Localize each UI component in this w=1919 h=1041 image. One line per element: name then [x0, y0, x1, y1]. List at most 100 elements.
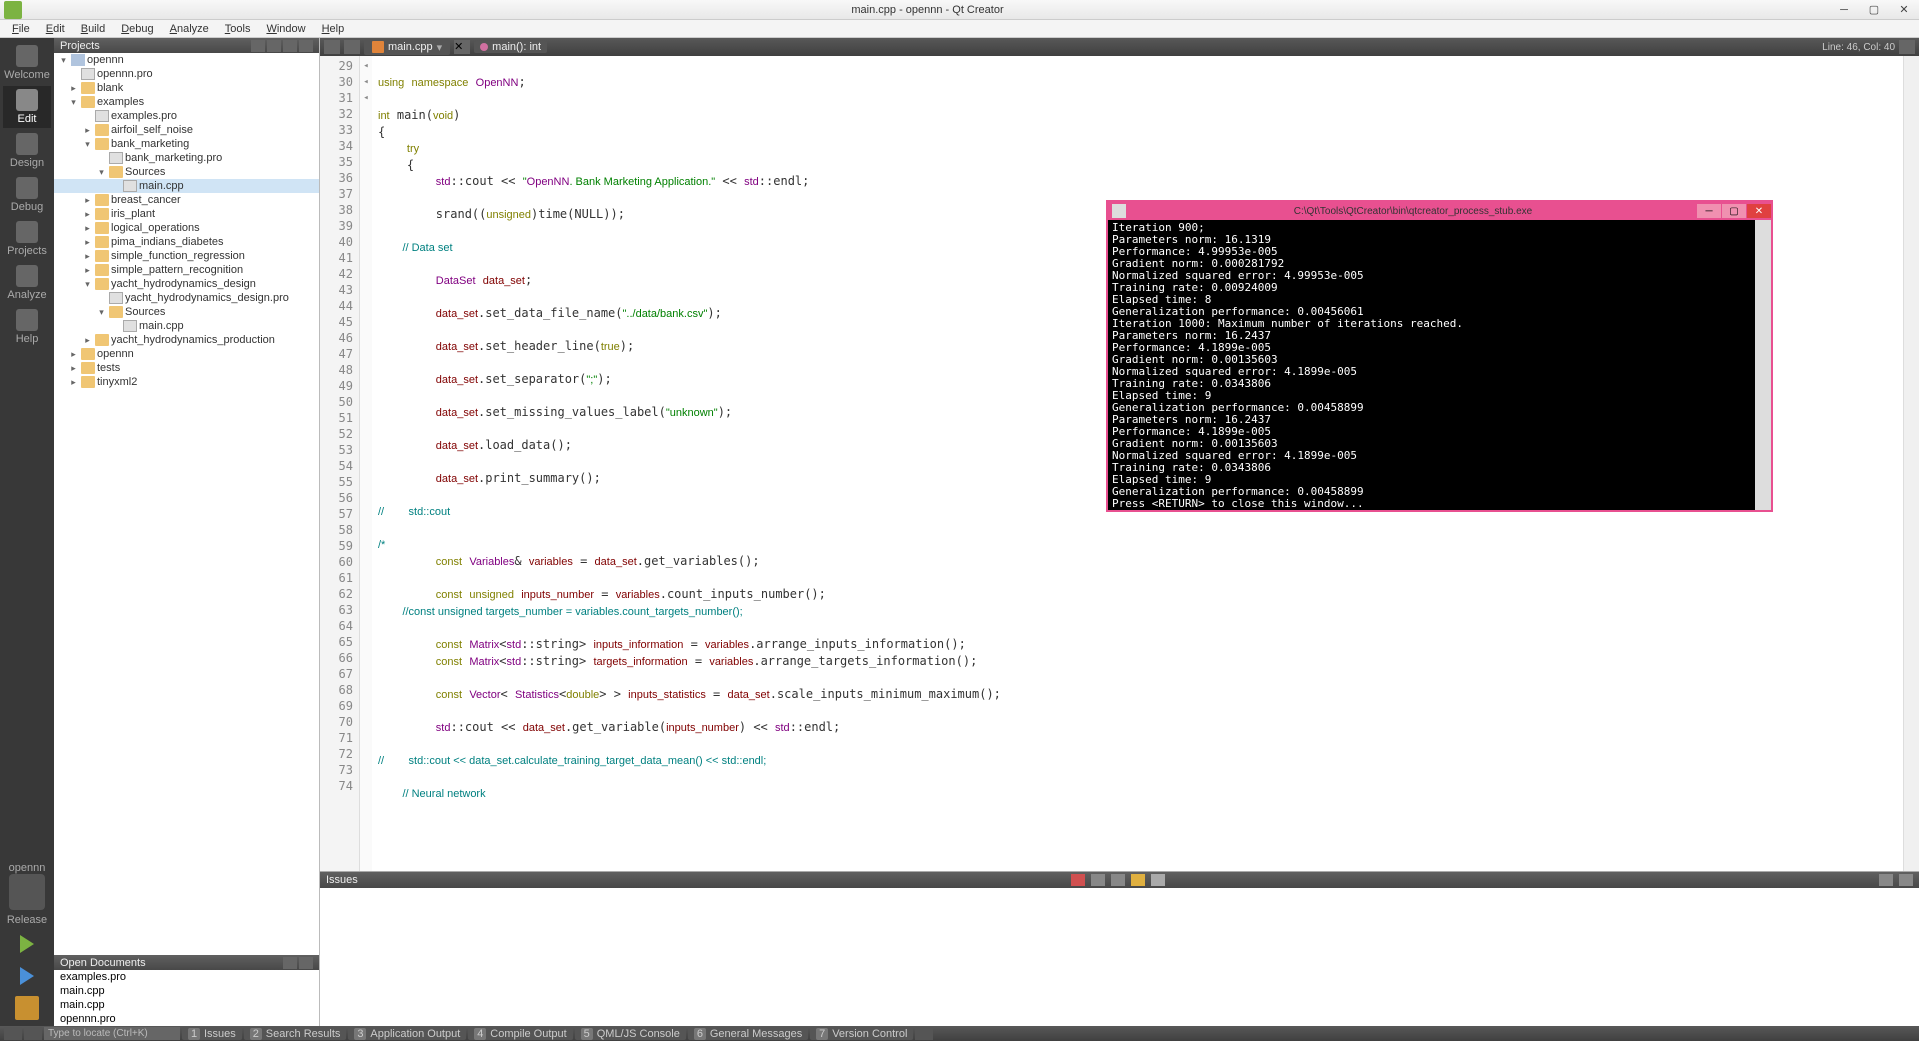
tree-item[interactable]: ▸iris_plant — [54, 207, 319, 221]
tree-item[interactable]: ▸pima_indians_diabetes — [54, 235, 319, 249]
warning-filter-icon[interactable] — [1131, 874, 1145, 886]
tree-item[interactable]: ▾bank_marketing — [54, 137, 319, 151]
console-window: C:\Qt\Tools\QtCreator\bin\qtcreator_proc… — [1106, 200, 1773, 512]
tree-item[interactable]: ▾Sources — [54, 305, 319, 319]
tree-item[interactable]: examples.pro — [54, 109, 319, 123]
forward-icon[interactable] — [344, 40, 360, 54]
debug-run-button[interactable] — [9, 962, 45, 990]
error-filter-icon[interactable] — [1071, 874, 1085, 886]
mode-debug[interactable]: Debug — [3, 174, 51, 216]
prev-issue-icon[interactable] — [1091, 874, 1105, 886]
tree-item[interactable]: ▸tests — [54, 361, 319, 375]
mode-help[interactable]: Help — [3, 306, 51, 348]
console-output[interactable]: Iteration 900; Parameters norm: 16.1319 … — [1108, 220, 1771, 510]
split-icon[interactable] — [283, 957, 297, 969]
tree-item-main-cpp[interactable]: main.cpp — [54, 179, 319, 193]
tree-root[interactable]: ▾opennn — [54, 53, 319, 67]
search-icon[interactable] — [24, 1027, 42, 1040]
tree-item[interactable]: bank_marketing.pro — [54, 151, 319, 165]
tree-item[interactable]: ▸logical_operations — [54, 221, 319, 235]
output-qml[interactable]: 5QML/JS Console — [575, 1027, 686, 1040]
menu-debug[interactable]: Debug — [113, 23, 161, 35]
editor-scrollbar[interactable] — [1903, 56, 1919, 871]
menu-help[interactable]: Help — [314, 23, 353, 35]
cursor-position: Line: 46, Col: 40 — [1822, 42, 1895, 53]
maximize-button[interactable]: ▢ — [1859, 1, 1889, 19]
fold-column[interactable]: ◂ ◂ ◂ — [360, 56, 372, 871]
console-close[interactable]: ✕ — [1747, 204, 1771, 218]
tree-item[interactable]: ▸blank — [54, 81, 319, 95]
output-app[interactable]: 3Application Output — [348, 1027, 466, 1040]
tree-item[interactable]: ▸tinyxml2 — [54, 375, 319, 389]
toggle-sidebar-icon[interactable] — [4, 1027, 22, 1040]
opendoc-item[interactable]: main.cpp — [54, 984, 319, 998]
mode-design[interactable]: Design — [3, 130, 51, 172]
tree-item[interactable]: ▸opennn — [54, 347, 319, 361]
filter-icon[interactable] — [251, 40, 265, 52]
run-button[interactable] — [9, 930, 45, 958]
opendocs-header: Open Documents — [54, 955, 319, 970]
tree-item[interactable]: opennn.pro — [54, 67, 319, 81]
titlebar: main.cpp - opennn - Qt Creator ─ ▢ ✕ — [0, 0, 1919, 20]
console-icon — [1112, 204, 1126, 218]
menu-file[interactable]: File — [4, 23, 38, 35]
editor-toolbar: main.cpp▾ ✕ main(): int Line: 46, Col: 4… — [320, 38, 1919, 56]
editor-tab[interactable]: main.cpp▾ — [364, 39, 450, 55]
output-compile[interactable]: 4Compile Output — [468, 1027, 572, 1040]
tree-item[interactable]: ▸breast_cancer — [54, 193, 319, 207]
window-title: main.cpp - opennn - Qt Creator — [26, 4, 1829, 16]
close-button[interactable]: ✕ — [1889, 1, 1919, 19]
tree-item[interactable]: ▸simple_pattern_recognition — [54, 263, 319, 277]
menu-analyze[interactable]: Analyze — [162, 23, 217, 35]
mode-welcome[interactable]: Welcome — [3, 42, 51, 84]
menu-tools[interactable]: Tools — [217, 23, 259, 35]
tree-item[interactable]: ▾yacht_hydrodynamics_design — [54, 277, 319, 291]
console-minimize[interactable]: ─ — [1697, 204, 1721, 218]
opendoc-item[interactable]: main.cpp — [54, 998, 319, 1012]
menu-edit[interactable]: Edit — [38, 23, 73, 35]
close-tab-icon[interactable]: ✕ — [454, 40, 470, 54]
mode-projects[interactable]: Projects — [3, 218, 51, 260]
close-pane-icon[interactable] — [1899, 874, 1913, 886]
mode-edit[interactable]: Edit — [3, 86, 51, 128]
locator-input[interactable]: Type to locate (Ctrl+K) — [44, 1027, 180, 1040]
sync-icon[interactable] — [267, 40, 281, 52]
console-scrollbar[interactable] — [1755, 220, 1771, 510]
opendoc-item[interactable]: opennn.pro — [54, 1012, 319, 1026]
tree-item[interactable]: ▸yacht_hydrodynamics_production — [54, 333, 319, 347]
output-vcs[interactable]: 7Version Control — [810, 1027, 913, 1040]
console-titlebar[interactable]: C:\Qt\Tools\QtCreator\bin\qtcreator_proc… — [1108, 202, 1771, 220]
mode-analyze[interactable]: Analyze — [3, 262, 51, 304]
next-issue-icon[interactable] — [1111, 874, 1125, 886]
menubar: File Edit Build Debug Analyze Tools Wind… — [0, 20, 1919, 38]
split-icon[interactable] — [283, 40, 297, 52]
menu-build[interactable]: Build — [73, 23, 113, 35]
tree-item[interactable]: yacht_hydrodynamics_design.pro — [54, 291, 319, 305]
more-outputs-icon[interactable] — [915, 1027, 933, 1040]
build-button[interactable] — [9, 994, 45, 1022]
filter-icon[interactable] — [1151, 874, 1165, 886]
back-icon[interactable] — [324, 40, 340, 54]
tree-item[interactable]: ▸airfoil_self_noise — [54, 123, 319, 137]
output-issues[interactable]: 1Issues — [182, 1027, 242, 1040]
projects-header: Projects — [54, 38, 319, 53]
menu-window[interactable]: Window — [258, 23, 313, 35]
console-maximize[interactable]: ▢ — [1722, 204, 1746, 218]
tree-item[interactable]: ▸simple_function_regression — [54, 249, 319, 263]
function-selector[interactable]: main(): int — [474, 41, 547, 53]
output-search[interactable]: 2Search Results — [244, 1027, 347, 1040]
target-selector[interactable]: opennn Release — [7, 862, 47, 926]
minimize-button[interactable]: ─ — [1829, 1, 1859, 19]
sidebar: Projects ▾opennn opennn.pro ▸blank ▾exam… — [54, 38, 320, 1026]
tree-item[interactable]: main.cpp — [54, 319, 319, 333]
close-panel-icon[interactable] — [299, 40, 313, 52]
issues-pane: Issues — [320, 871, 1919, 1026]
minimize-pane-icon[interactable] — [1879, 874, 1893, 886]
split-editor-icon[interactable] — [1899, 40, 1915, 54]
output-general[interactable]: 6General Messages — [688, 1027, 808, 1040]
tree-item[interactable]: ▾examples — [54, 95, 319, 109]
opendoc-item[interactable]: examples.pro — [54, 970, 319, 984]
close-panel-icon[interactable] — [299, 957, 313, 969]
line-gutter: 29 30 31 32 33 34 35 36 37 38 39 40 41 4… — [320, 56, 360, 871]
tree-item[interactable]: ▾Sources — [54, 165, 319, 179]
